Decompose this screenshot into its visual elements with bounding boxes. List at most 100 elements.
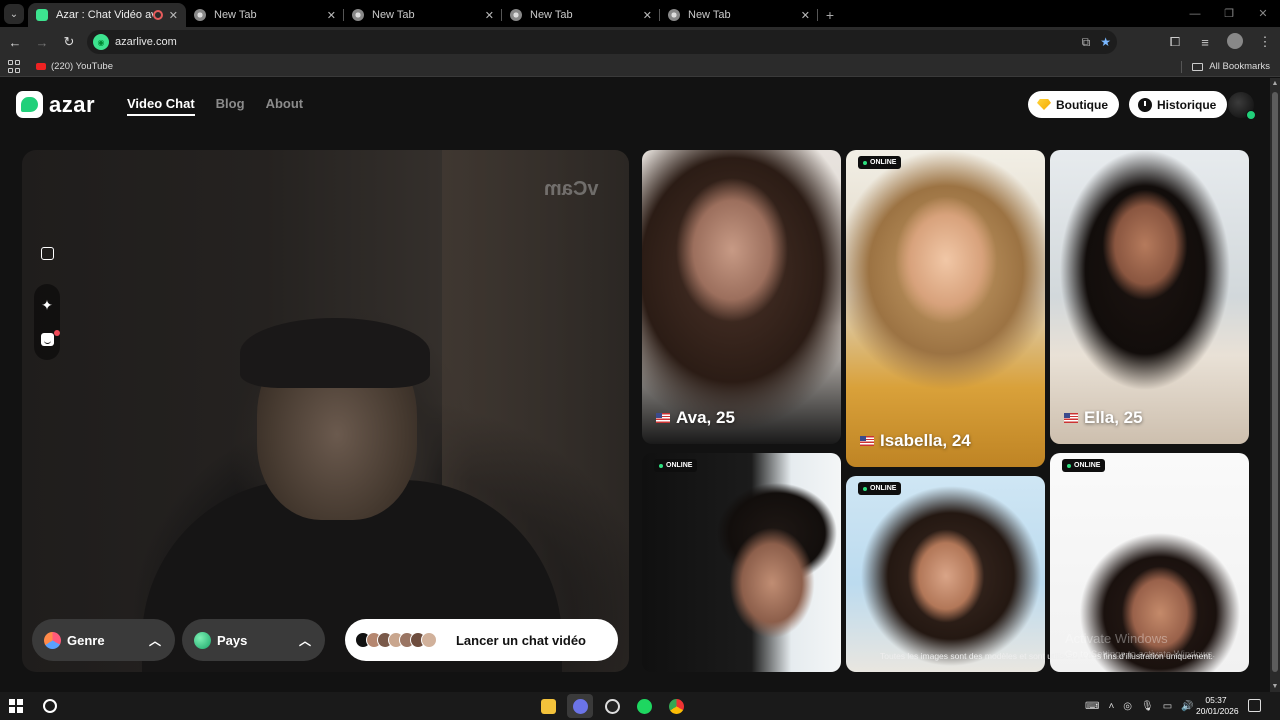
tab-title: Azar : Chat Vidéo avec de n <box>56 9 153 21</box>
browser-tab[interactable]: New Tab ✕ <box>186 3 344 27</box>
url-text[interactable]: azarlive.com <box>115 36 1072 48</box>
country-filter-button[interactable]: Pays ︿ <box>182 619 325 661</box>
browser-toolbar: ← → ↻ ◉ azarlive.com ⧉ ★ ⧠ ≡ ⋮ <box>0 27 1280 57</box>
profile-card[interactable]: ONLINE Isabella, 24 <box>846 150 1045 467</box>
magic-wand-icon[interactable]: ✦ <box>34 292 60 318</box>
back-arrow-icon[interactable]: ← <box>3 30 27 54</box>
address-bar[interactable]: ◉ azarlive.com ⧉ ★ <box>87 30 1117 54</box>
chrome-icon[interactable] <box>663 694 689 718</box>
azar-logo-icon <box>16 91 43 118</box>
status-badge <box>1246 110 1256 120</box>
reload-icon[interactable]: ↻ <box>57 30 81 54</box>
profile-name: Isabella, 24 <box>860 431 971 451</box>
clock-time: 05:37 <box>1205 695 1227 705</box>
menu-kebab-icon[interactable]: ⋮ <box>1250 34 1280 50</box>
taskbar-apps <box>535 694 689 718</box>
browser-tab-bar: ⌄ Azar : Chat Vidéo avec de n ✕ New Tab … <box>0 0 1280 27</box>
close-tab-icon[interactable]: ✕ <box>327 9 336 22</box>
profile-card[interactable]: Ella, 25 <box>1050 150 1249 444</box>
scroll-up-arrow-icon[interactable]: ▲ <box>1270 80 1280 87</box>
tab-title: New Tab <box>214 9 257 21</box>
media-queue-icon[interactable]: ≡ <box>1190 35 1220 50</box>
browser-tab[interactable]: New Tab ✕ <box>660 3 818 27</box>
search-icon[interactable] <box>43 699 57 713</box>
apps-grid-icon[interactable] <box>8 59 22 74</box>
profile-card[interactable]: Ava, 25 <box>642 150 841 444</box>
taskbar-clock[interactable]: 05:37 20/01/2026 <box>1196 695 1239 717</box>
boutique-button[interactable]: Boutique <box>1028 91 1119 118</box>
restore-icon[interactable]: ❐ <box>1212 7 1246 20</box>
boutique-label: Boutique <box>1056 97 1108 112</box>
minimize-icon[interactable]: — <box>1178 8 1212 20</box>
install-app-icon[interactable]: ⧉ <box>1082 35 1091 50</box>
start-video-chat-button[interactable]: Lancer un chat vidéo <box>345 619 618 661</box>
keyboard-icon[interactable]: ⌨ <box>1085 701 1099 712</box>
webcam-icon[interactable]: ◎ <box>1123 701 1132 712</box>
windows-activation-subtitle: Go to Settings to activate Windows. <box>1065 649 1215 660</box>
gem-icon <box>1037 99 1051 110</box>
browser-tab[interactable]: New Tab ✕ <box>502 3 660 27</box>
folder-icon <box>1192 62 1204 71</box>
globe-icon <box>194 631 211 649</box>
chrome-favicon-icon <box>352 9 364 21</box>
network-icon[interactable]: ▭ <box>1163 701 1172 712</box>
scroll-thumb[interactable] <box>1272 92 1278 672</box>
new-tab-plus-icon[interactable]: + <box>818 3 842 27</box>
genre-label: Genre <box>67 632 105 648</box>
profile-name: Ava, 25 <box>656 408 735 428</box>
expand-icon[interactable] <box>34 240 60 266</box>
volume-icon[interactable]: 🔊 <box>1181 701 1193 712</box>
user-avatars-stack <box>355 632 437 648</box>
windows-start-icon[interactable] <box>9 699 23 713</box>
nav-video-chat[interactable]: Video Chat <box>127 96 195 116</box>
chevron-up-tray-icon[interactable]: ˄ <box>1108 701 1114 712</box>
bookmarks-bar: (220) YouTube All Bookmarks <box>0 57 1280 77</box>
file-explorer-icon[interactable] <box>535 694 561 718</box>
close-window-icon[interactable]: ✕ <box>1246 7 1280 20</box>
forward-arrow-icon[interactable]: → <box>30 30 54 54</box>
nav-about[interactable]: About <box>266 96 304 116</box>
toolbar-icons: ⧠ ≡ ⋮ <box>1160 32 1280 52</box>
obs-icon[interactable] <box>599 694 625 718</box>
start-chat-label: Lancer un chat vidéo <box>455 632 586 648</box>
tab-divider <box>817 9 818 21</box>
tab-search-chevron-icon[interactable]: ⌄ <box>4 4 24 24</box>
close-tab-icon[interactable]: ✕ <box>643 9 652 22</box>
close-tab-icon[interactable]: ✕ <box>801 9 810 22</box>
chrome-favicon-icon <box>668 9 680 21</box>
profile-icon[interactable] <box>1220 32 1250 52</box>
historique-button[interactable]: Historique <box>1129 91 1228 118</box>
clock-date: 20/01/2026 <box>1196 706 1239 716</box>
online-badge: ONLINE <box>1062 459 1106 472</box>
bookmark-youtube[interactable]: (220) YouTube <box>51 61 113 72</box>
all-bookmarks-button[interactable]: All Bookmarks <box>1181 60 1270 73</box>
close-tab-icon[interactable]: ✕ <box>169 9 178 22</box>
us-flag-icon <box>860 436 874 446</box>
browser-tab[interactable]: Azar : Chat Vidéo avec de n ✕ <box>28 3 186 27</box>
browser-tab[interactable]: New Tab ✕ <box>344 3 502 27</box>
spotify-icon[interactable] <box>631 694 657 718</box>
user-avatar[interactable] <box>1228 92 1256 120</box>
face-filter-icon[interactable] <box>34 326 60 352</box>
page-scrollbar[interactable]: ▲ ▼ <box>1270 78 1280 692</box>
azar-favicon-icon <box>36 9 48 21</box>
nav-blog[interactable]: Blog <box>216 96 245 116</box>
bookmark-star-icon[interactable]: ★ <box>1100 35 1111 49</box>
chrome-favicon-icon <box>194 9 206 21</box>
close-tab-icon[interactable]: ✕ <box>485 9 494 22</box>
site-info-icon[interactable]: ◉ <box>93 34 109 50</box>
microphone-icon[interactable]: 🎙 <box>1141 701 1154 712</box>
discord-icon[interactable] <box>567 694 593 718</box>
us-flag-icon <box>656 413 670 423</box>
extensions-puzzle-icon[interactable]: ⧠ <box>1160 34 1190 50</box>
notifications-icon[interactable] <box>1248 699 1261 712</box>
bookmark-divider <box>1181 60 1183 73</box>
genre-filter-button[interactable]: Genre ︿ <box>32 619 175 661</box>
azar-logo[interactable]: azar <box>16 91 95 118</box>
profile-card[interactable]: ONLINE <box>846 476 1045 672</box>
scroll-down-arrow-icon[interactable]: ▼ <box>1270 683 1280 690</box>
notification-dot <box>54 330 60 336</box>
all-bookmarks-label: All Bookmarks <box>1209 61 1270 72</box>
chevron-up-icon: ︿ <box>148 633 161 648</box>
profile-card[interactable]: ONLINE <box>642 453 841 672</box>
